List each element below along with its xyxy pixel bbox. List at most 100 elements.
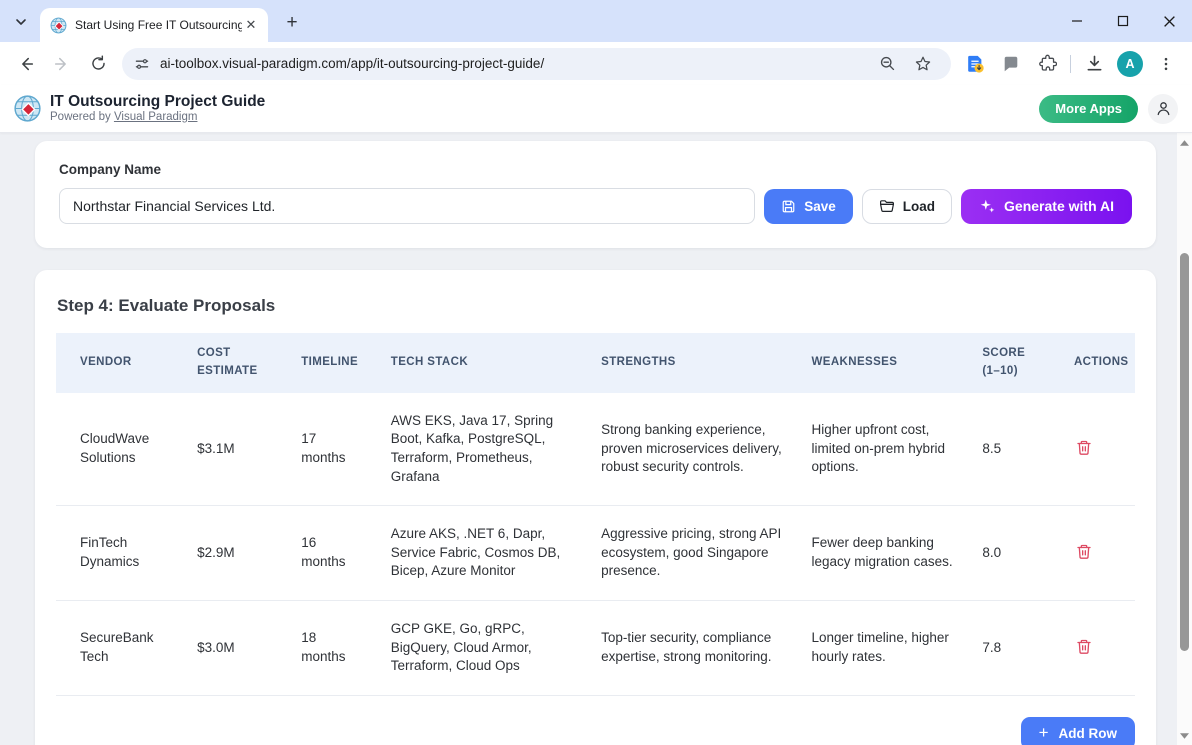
trash-icon bbox=[1076, 543, 1092, 560]
person-icon bbox=[1155, 100, 1172, 117]
table-header-row: VENDOR COST ESTIMATE TIMELINE TECH STACK… bbox=[56, 333, 1135, 393]
company-name-label: Company Name bbox=[59, 162, 1132, 177]
minimize-icon bbox=[1071, 15, 1083, 27]
profile-avatar: A bbox=[1117, 51, 1143, 77]
powered-by: Powered by Visual Paradigm bbox=[50, 111, 265, 124]
powered-by-prefix: Powered by bbox=[50, 111, 114, 123]
col-timeline: TIMELINE bbox=[287, 333, 377, 393]
scroll-up-arrow[interactable] bbox=[1177, 135, 1192, 150]
downloads-button[interactable] bbox=[1079, 49, 1109, 79]
col-vendor: VENDOR bbox=[56, 333, 183, 393]
tab-search-button[interactable] bbox=[8, 9, 34, 35]
cell-strengths: Strong banking experience, proven micros… bbox=[587, 393, 797, 506]
col-cost-estimate: COST ESTIMATE bbox=[183, 333, 287, 393]
table-row: SecureBank Tech $3.0M 18 months GCP GKE,… bbox=[56, 601, 1135, 696]
cell-score: 8.0 bbox=[968, 506, 1060, 601]
profile-button[interactable]: A bbox=[1115, 49, 1145, 79]
zoom-button[interactable] bbox=[872, 49, 902, 79]
delete-row-button[interactable] bbox=[1074, 437, 1094, 458]
table-row: CloudWave Solutions $3.1M 17 months AWS … bbox=[56, 393, 1135, 506]
save-icon bbox=[781, 199, 796, 214]
zoom-out-icon bbox=[879, 55, 896, 72]
folder-open-icon bbox=[879, 198, 895, 214]
company-name-input[interactable] bbox=[59, 188, 755, 224]
cell-cost: $3.0M bbox=[183, 601, 287, 696]
tab-title: Start Using Free IT Outsourcing bbox=[75, 18, 242, 32]
browser-menu-button[interactable] bbox=[1151, 49, 1181, 79]
scroll-up-icon bbox=[1180, 140, 1189, 146]
cell-timeline: 16 months bbox=[287, 506, 377, 601]
cell-vendor: CloudWave Solutions bbox=[56, 393, 183, 506]
cell-vendor: SecureBank Tech bbox=[56, 601, 183, 696]
cell-score: 8.5 bbox=[968, 393, 1060, 506]
app-header: IT Outsourcing Project Guide Powered by … bbox=[0, 85, 1192, 133]
add-row-button[interactable]: + Add Row bbox=[1021, 717, 1135, 745]
site-settings-icon[interactable] bbox=[134, 56, 150, 72]
site-favicon bbox=[50, 17, 67, 34]
cell-cost: $3.1M bbox=[183, 393, 287, 506]
page-scrollbar[interactable] bbox=[1177, 133, 1192, 745]
app-title: IT Outsourcing Project Guide bbox=[50, 93, 265, 111]
toolbar-divider bbox=[1070, 55, 1071, 73]
load-button-label: Load bbox=[903, 199, 935, 214]
reload-button[interactable] bbox=[82, 48, 114, 80]
col-actions: ACTIONS bbox=[1060, 333, 1135, 393]
cell-weaknesses: Fewer deep banking legacy migration case… bbox=[798, 506, 969, 601]
scroll-down-arrow[interactable] bbox=[1177, 728, 1192, 743]
browser-window: Start Using Free IT Outsourcing ✕ + bbox=[0, 0, 1192, 745]
page-content: Company Name Save Load Generate with AI bbox=[0, 133, 1192, 745]
browser-titlebar: Start Using Free IT Outsourcing ✕ + bbox=[0, 0, 1192, 42]
cell-weaknesses: Longer timeline, higher hourly rates. bbox=[798, 601, 969, 696]
address-bar[interactable]: ai-toolbox.visual-paradigm.com/app/it-ou… bbox=[122, 48, 951, 80]
col-tech-stack: TECH STACK bbox=[377, 333, 587, 393]
reload-icon bbox=[90, 55, 107, 72]
extensions-button[interactable] bbox=[1032, 49, 1062, 79]
kebab-menu-icon bbox=[1158, 56, 1174, 72]
more-apps-button[interactable]: More Apps bbox=[1039, 95, 1138, 123]
new-tab-button[interactable]: + bbox=[280, 11, 304, 35]
trash-icon bbox=[1076, 638, 1092, 655]
document-download-icon bbox=[965, 54, 985, 74]
step4-title: Step 4: Evaluate Proposals bbox=[57, 296, 1135, 316]
url-text[interactable]: ai-toolbox.visual-paradigm.com/app/it-ou… bbox=[160, 56, 869, 71]
delete-row-button[interactable] bbox=[1074, 636, 1094, 657]
generate-with-ai-button[interactable]: Generate with AI bbox=[961, 189, 1132, 224]
sparkles-icon bbox=[979, 198, 996, 215]
bookmark-button[interactable] bbox=[908, 49, 938, 79]
back-button[interactable] bbox=[10, 48, 42, 80]
generate-button-label: Generate with AI bbox=[1004, 198, 1114, 214]
comment-extension-icon[interactable] bbox=[996, 49, 1026, 79]
cell-weaknesses: Higher upfront cost, limited on-prem hyb… bbox=[798, 393, 969, 506]
doc-helper-extension-icon[interactable] bbox=[960, 49, 990, 79]
forward-button[interactable] bbox=[46, 48, 78, 80]
user-account-button[interactable] bbox=[1148, 94, 1178, 124]
save-button[interactable]: Save bbox=[764, 189, 853, 224]
cell-strengths: Top-tier security, compliance expertise,… bbox=[587, 601, 797, 696]
col-score: SCORE (1–10) bbox=[968, 333, 1060, 393]
scroll-down-icon bbox=[1180, 733, 1189, 739]
tab-close-icon[interactable]: ✕ bbox=[242, 16, 260, 34]
cell-timeline: 17 months bbox=[287, 393, 377, 506]
window-maximize-button[interactable] bbox=[1100, 0, 1146, 42]
window-close-button[interactable] bbox=[1146, 0, 1192, 42]
window-minimize-button[interactable] bbox=[1054, 0, 1100, 42]
download-icon bbox=[1085, 54, 1104, 73]
browser-tab[interactable]: Start Using Free IT Outsourcing ✕ bbox=[40, 8, 268, 42]
browser-toolbar: ai-toolbox.visual-paradigm.com/app/it-ou… bbox=[0, 42, 1192, 85]
plus-icon: + bbox=[1039, 723, 1049, 743]
visual-paradigm-link[interactable]: Visual Paradigm bbox=[114, 111, 198, 123]
forward-arrow-icon bbox=[53, 55, 71, 73]
close-icon bbox=[1163, 15, 1176, 28]
col-strengths: STRENGTHS bbox=[587, 333, 797, 393]
chevron-down-icon bbox=[15, 16, 27, 28]
cell-tech: GCP GKE, Go, gRPC, BigQuery, Cloud Armor… bbox=[377, 601, 587, 696]
scrollbar-thumb[interactable] bbox=[1180, 253, 1189, 651]
cell-tech: AWS EKS, Java 17, Spring Boot, Kafka, Po… bbox=[377, 393, 587, 506]
delete-row-button[interactable] bbox=[1074, 541, 1094, 562]
add-row-label: Add Row bbox=[1059, 726, 1118, 741]
cell-strengths: Aggressive pricing, strong API ecosystem… bbox=[587, 506, 797, 601]
comment-bubble-icon bbox=[1002, 55, 1020, 73]
save-button-label: Save bbox=[804, 199, 836, 214]
load-button[interactable]: Load bbox=[862, 189, 952, 224]
app-logo-icon bbox=[14, 95, 41, 122]
